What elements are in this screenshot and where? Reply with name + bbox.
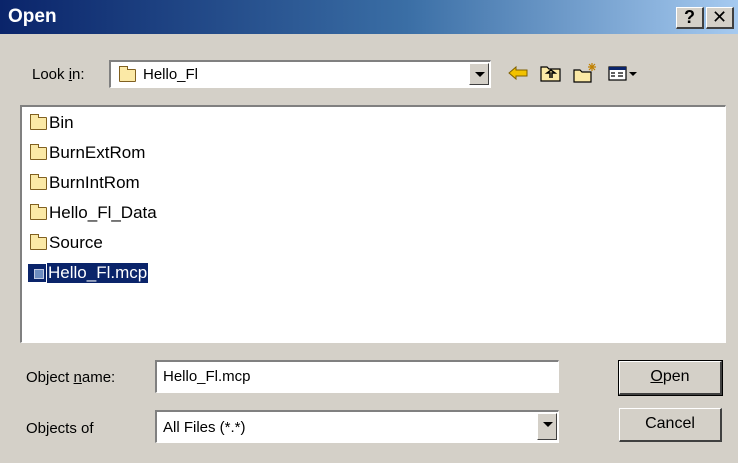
project-file-icon <box>28 264 46 282</box>
folder-icon <box>30 203 47 220</box>
folder-icon <box>119 66 136 82</box>
folder-icon <box>30 113 47 130</box>
object-name-field[interactable]: Hello_Fl.mcp <box>155 360 559 393</box>
new-folder-icon[interactable] <box>572 62 598 84</box>
view-menu-icon[interactable] <box>607 62 639 84</box>
folder-icon <box>30 173 47 190</box>
folder-icon <box>30 233 47 250</box>
back-arrow-icon[interactable] <box>507 62 529 84</box>
open-dialog: Open ? ✕ Look in: Hello_Fl Bin BurnExtRo… <box>0 0 738 463</box>
list-item-burnintrom[interactable]: BurnIntRom <box>30 172 140 194</box>
object-name-label: Object name: <box>26 369 116 386</box>
close-button[interactable]: ✕ <box>706 7 734 29</box>
list-item-hello-fl-mcp[interactable]: Hello_Fl.mcp <box>28 262 150 284</box>
title-bar[interactable]: Open ? ✕ <box>0 0 738 34</box>
help-button[interactable]: ? <box>676 7 704 29</box>
objects-of-dropdown-arrow[interactable] <box>537 413 557 440</box>
list-item-bin[interactable]: Bin <box>30 112 74 134</box>
list-item-burnextrom[interactable]: BurnExtRom <box>30 142 145 164</box>
file-list[interactable]: Bin BurnExtRom BurnIntRom Hello_Fl_Data … <box>20 105 726 343</box>
objects-of-value: All Files (*.*) <box>163 419 246 436</box>
look-in-combo[interactable]: Hello_Fl <box>109 60 491 88</box>
look-in-label: Look in: <box>32 66 85 83</box>
window-title: Open <box>8 6 57 27</box>
up-folder-icon[interactable] <box>539 62 563 84</box>
objects-of-label: Objects of <box>26 420 94 437</box>
open-button[interactable]: Open <box>618 360 723 396</box>
look-in-dropdown-arrow[interactable] <box>469 63 489 85</box>
cancel-button[interactable]: Cancel <box>619 408 722 442</box>
list-item-source[interactable]: Source <box>30 232 103 254</box>
folder-icon <box>30 143 47 160</box>
look-in-value: Hello_Fl <box>143 66 199 83</box>
list-item-hello-fl-data[interactable]: Hello_Fl_Data <box>30 202 157 224</box>
objects-of-select[interactable]: All Files (*.*) <box>155 410 559 443</box>
